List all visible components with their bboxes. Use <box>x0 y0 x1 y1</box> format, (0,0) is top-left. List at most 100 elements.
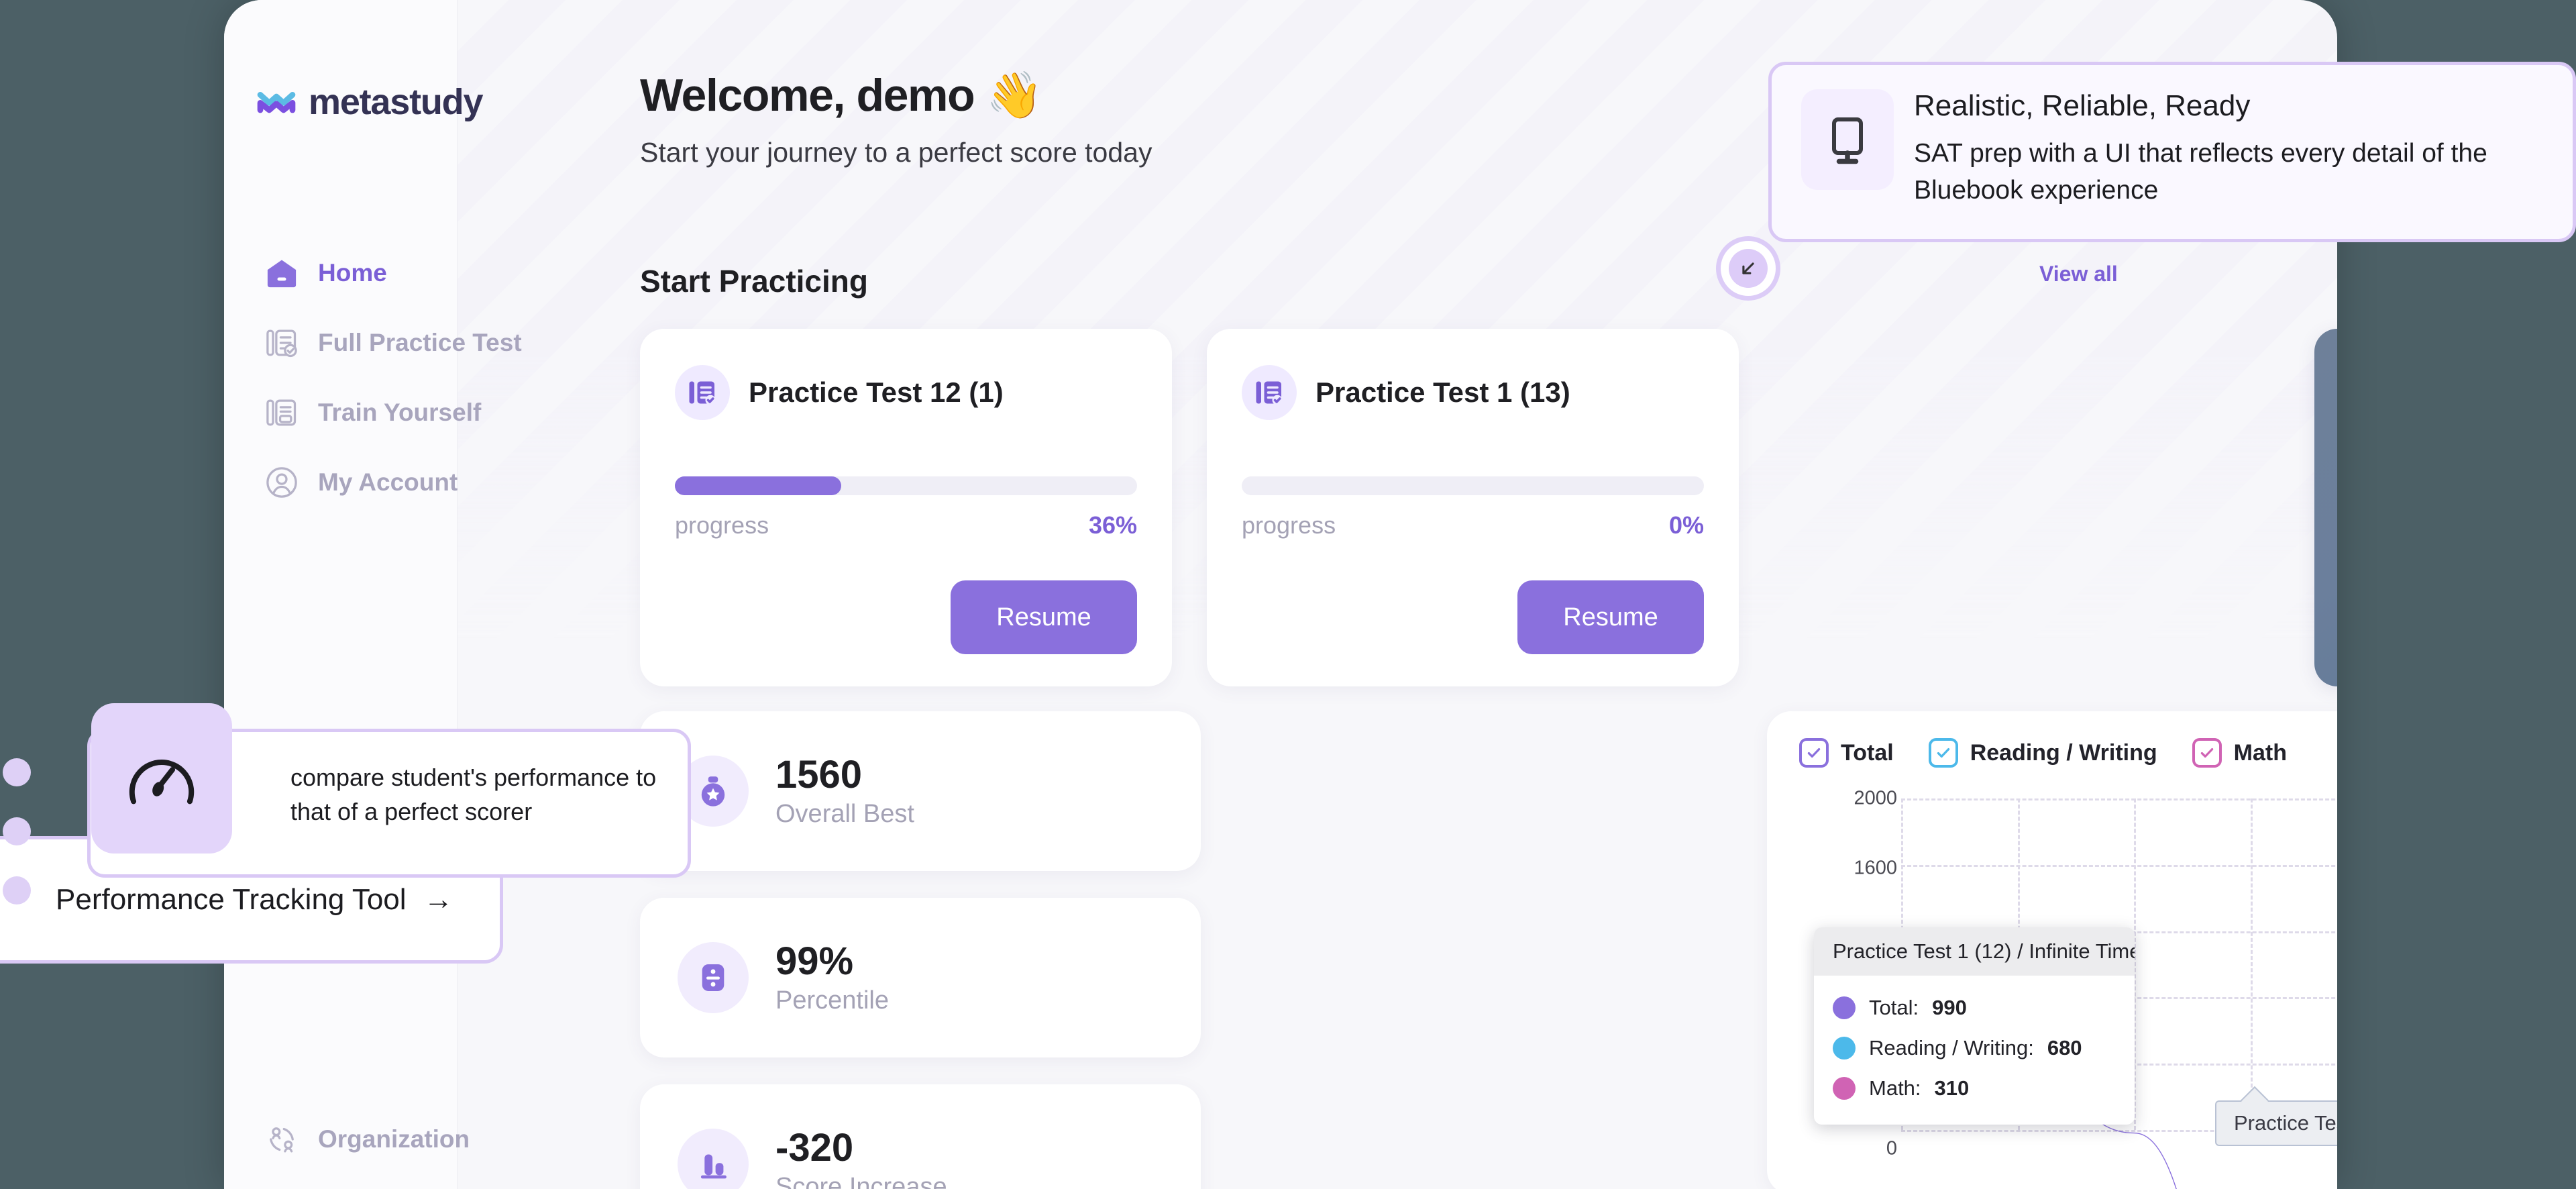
practice-test-icon <box>675 365 730 420</box>
stat-card-percentile: 99% Percentile <box>640 898 1201 1057</box>
chart-tooltip-title: Practice Test 1 (12) / Infinite Time <box>1814 927 2135 976</box>
sidebar-item-home[interactable]: Home <box>251 238 452 308</box>
hero-callout-body: SAT prep with a UI that reflects every d… <box>1914 139 2487 205</box>
stat-label: Percentile <box>775 986 889 1015</box>
train-yourself-icon <box>263 394 301 431</box>
performance-callout-body: compare student's performance to that of… <box>290 764 657 826</box>
sidebar-item-label: Full Practice Test <box>318 329 522 356</box>
series-value: 680 <box>2047 1036 2082 1059</box>
stat-card-score-increase: -320 Score Increase <box>640 1084 1201 1189</box>
stat-text: 1560 Overall Best <box>775 753 914 829</box>
sidebar-item-organization[interactable]: Organization <box>251 1104 470 1174</box>
checkbox-checked-icon[interactable] <box>2192 738 2222 768</box>
sidebar-item-label: Home <box>318 259 387 287</box>
sidebar-item-label: My Account <box>318 468 458 496</box>
chart-legend: Total Reading / Writing Math <box>1799 738 2337 768</box>
divide-square-icon <box>678 942 749 1013</box>
bar-chart-icon <box>678 1129 749 1189</box>
performance-tracking-tool-label: Performance Tracking Tool <box>56 883 407 916</box>
practice-test-icon <box>1242 365 1297 420</box>
sidebar-item-label: Train Yourself <box>318 399 482 426</box>
stat-label: Score Increase <box>775 1172 947 1189</box>
checkbox-checked-icon[interactable] <box>1799 738 1829 768</box>
vocab-promo-card[interactable]: Crack the code to perfect score Get Voca… <box>2314 329 2337 686</box>
resume-button[interactable]: Resume <box>1517 580 1704 654</box>
resume-button[interactable]: Resume <box>951 580 1137 654</box>
legend-item-reading-writing[interactable]: Reading / Writing <box>1928 738 2157 768</box>
stat-value: 1560 <box>775 753 863 797</box>
metastudy-wave-logo-icon <box>255 81 298 123</box>
series-color-dot <box>1833 1037 1856 1059</box>
speedometer-icon <box>91 703 232 854</box>
progress-bar <box>1242 476 1704 495</box>
progress-bar <box>675 476 1137 495</box>
series-value: 310 <box>1934 1076 1970 1100</box>
stat-text: 99% Percentile <box>775 939 889 1015</box>
legend-label: Reading / Writing <box>1970 739 2157 766</box>
progress-label: progress <box>675 511 769 539</box>
practice-test-title: Practice Test 12 (1) <box>749 376 1004 408</box>
practice-test-card[interactable]: Practice Test 12 (1) progress 36% Resume <box>640 329 1172 686</box>
sidebar-item-full-practice-test[interactable]: Full Practice Test <box>251 308 522 378</box>
arrow-down-left-icon <box>1729 249 1768 288</box>
wave-emoji-icon: 👋 <box>986 70 1043 121</box>
view-all-link[interactable]: View all <box>2039 262 2118 287</box>
arrow-down-left-badge <box>1716 236 1780 301</box>
home-icon <box>263 254 301 292</box>
legend-item-total[interactable]: Total <box>1799 738 1894 768</box>
card-header: Practice Test 12 (1) <box>675 365 1137 420</box>
user-circle-icon <box>263 464 301 501</box>
practice-test-icon <box>263 324 301 362</box>
stat-label: Overall Best <box>775 799 914 828</box>
progress-bar-fill <box>675 476 842 495</box>
stat-value: 99% <box>775 939 854 984</box>
practice-test-title: Practice Test 1 (13) <box>1316 376 1570 408</box>
chart-tooltip-body: Total: 990 Reading / Writing: 680 Math: … <box>1814 976 2135 1125</box>
sidebar-item-my-account[interactable]: My Account <box>251 448 458 517</box>
legend-label: Math <box>2233 739 2287 766</box>
chart-tooltip-row: Reading / Writing: 680 <box>1833 1028 2116 1068</box>
series-name: Total: <box>1869 996 1919 1019</box>
chart-xaxis-tooltip: Practice Test 1 (12) / Infinite Time <box>2215 1100 2337 1146</box>
page-title: Welcome, demo 👋 <box>640 68 1152 122</box>
series-name: Math: <box>1869 1076 1921 1100</box>
hero-callout-text: Realistic, Reliable, Ready SAT prep with… <box>1914 89 2543 209</box>
greeting-text: Welcome, demo <box>640 70 975 121</box>
series-value: 990 <box>1932 996 1967 1019</box>
dot <box>3 758 31 786</box>
progress-row: progress 36% <box>675 511 1137 539</box>
chart-tooltip: Practice Test 1 (12) / Infinite Time Tot… <box>1814 927 2135 1125</box>
stat-text: -320 Score Increase <box>775 1126 947 1189</box>
chart-tooltip-row: Math: 310 <box>1833 1068 2116 1108</box>
sidebar: metastudy Home Full Practice Test Train … <box>224 0 522 1189</box>
progress-percent: 36% <box>1088 511 1137 539</box>
page-subtitle: Start your journey to a perfect score to… <box>640 137 1152 168</box>
monitor-icon <box>1801 89 1894 190</box>
y-axis-tick: 1600 <box>1854 857 1897 879</box>
progress-row: progress 0% <box>1242 511 1704 539</box>
practice-cards-row: Practice Test 12 (1) progress 36% Resume <box>640 329 1739 686</box>
brand-name: metastudy <box>309 82 483 122</box>
practice-test-card[interactable]: Practice Test 1 (13) progress 0% Resume <box>1207 329 1739 686</box>
sidebar-nav: Home Full Practice Test Train Yourself M… <box>251 238 522 517</box>
chart-tooltip-row: Total: 990 <box>1833 988 2116 1028</box>
section-title-start-practicing: Start Practicing <box>640 264 868 299</box>
legend-label: Total <box>1841 739 1894 766</box>
stat-value: -320 <box>775 1126 854 1170</box>
legend-item-math[interactable]: Math <box>2192 738 2287 768</box>
sidebar-item-train-yourself[interactable]: Train Yourself <box>251 378 481 448</box>
drag-handle-dots[interactable] <box>3 758 31 935</box>
arrow-right-icon: → <box>423 883 453 916</box>
checkbox-checked-icon[interactable] <box>1928 738 1958 768</box>
series-color-dot <box>1833 996 1856 1019</box>
hero-callout-title: Realistic, Reliable, Ready <box>1914 89 2251 122</box>
dot <box>3 876 31 904</box>
organization-icon <box>263 1121 301 1158</box>
y-axis-tick: 2000 <box>1854 787 1897 809</box>
card-header: Practice Test 1 (13) <box>1242 365 1704 420</box>
welcome-block: Welcome, demo 👋 Start your journey to a … <box>640 68 1152 168</box>
hero-feature-callout: Realistic, Reliable, Ready SAT prep with… <box>1768 62 2576 242</box>
performance-tracking-tool-label-row: Performance Tracking Tool → <box>56 883 453 917</box>
brand-logo[interactable]: metastudy <box>255 81 483 123</box>
stat-card-overall-best: 1560 Overall Best <box>640 711 1201 871</box>
